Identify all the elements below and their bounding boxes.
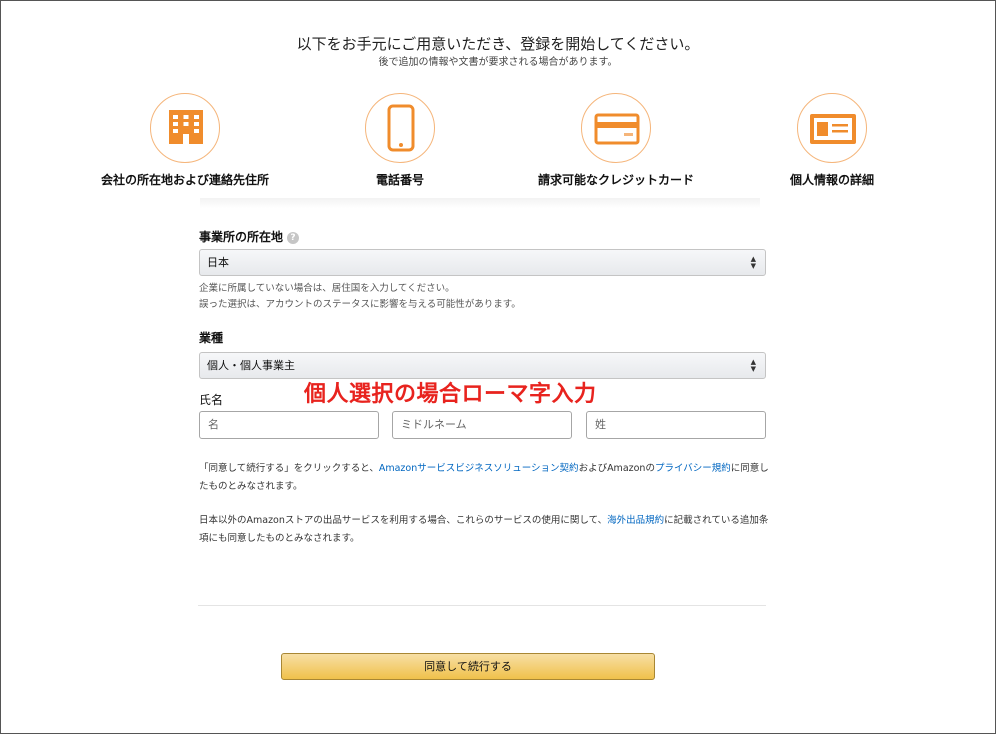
id-card-icon [810,114,856,144]
step-icon-circle [581,93,651,163]
first-name-input[interactable]: 名 [199,411,379,439]
agree-continue-button[interactable]: 同意して続行する [281,653,655,680]
business-type-label: 業種 [199,331,224,345]
step-company-address: 会社の所在地および連絡先住所 [75,93,295,188]
location-select[interactable]: 日本 ▲ ▼ [199,249,766,276]
step-credit-card: 請求可能なクレジットカード [506,93,726,188]
step-icon-circle [797,93,867,163]
form-divider [198,605,766,606]
international-selling-terms-link[interactable]: 海外出品規約 [607,515,664,526]
business-type-select-value: 個人・個人事業主 [207,359,295,372]
business-solutions-agreement-link[interactable]: Amazonサービスビジネスソリューション契約 [379,463,579,474]
agreement-text: 「同意して続行する」をクリックすると、 [199,463,379,474]
step-label: 個人情報の詳細 [789,173,874,187]
location-label-text: 事業所の所在地 [199,230,284,244]
credit-card-icon [594,113,640,145]
step-label: 会社の所在地および連絡先住所 [100,173,269,187]
help-icon[interactable]: ? [287,232,300,244]
annotation-text: 個人選択の場合ローマ字入力 [304,382,597,407]
business-type-select[interactable]: 個人・個人事業主 ▲ ▼ [199,352,766,379]
page-subtitle: 後で追加の情報や文書が要求される場合があります。 [378,57,618,68]
agreement-paragraph-1: 「同意して続行する」をクリックすると、Amazonサービスビジネスソリューション… [199,460,769,496]
name-label: 氏名 [199,393,224,407]
select-arrows-icon: ▲ ▼ [750,358,756,373]
agreement-paragraph-2: 日本以外のAmazonストアの出品サービスを利用する場合、これらのサービスの使用… [199,512,769,548]
select-arrows-icon: ▲ ▼ [750,255,756,270]
step-label: 電話番号 [375,173,424,187]
step-icon-circle [150,93,220,163]
middle-name-input[interactable]: ミドルネーム [392,411,572,439]
location-label: 事業所の所在地? [199,228,300,245]
section-divider-shadow [200,198,760,208]
privacy-policy-link[interactable]: プライバシー規約 [655,463,731,474]
location-note-1: 企業に所属していない場合は、居住国を入力してください。 [199,283,455,294]
last-name-input[interactable]: 姓 [586,411,766,439]
step-personal-details: 個人情報の詳細 [722,93,942,188]
step-label: 請求可能なクレジットカード [537,173,694,187]
location-select-value: 日本 [207,256,229,269]
agreement-text: およびAmazonの [578,463,655,474]
step-phone: 電話番号 [290,93,510,188]
step-icon-circle [365,93,435,163]
building-icon [169,110,203,144]
page-title: 以下をお手元にご用意いただき、登録を開始してください。 [296,35,700,53]
agreement-text: 日本以外のAmazonストアの出品サービスを利用する場合、これらのサービスの使用… [199,515,608,526]
location-note-2: 誤った選択は、アカウントのステータスに影響を与える可能性があります。 [199,299,521,310]
phone-icon [387,104,415,152]
